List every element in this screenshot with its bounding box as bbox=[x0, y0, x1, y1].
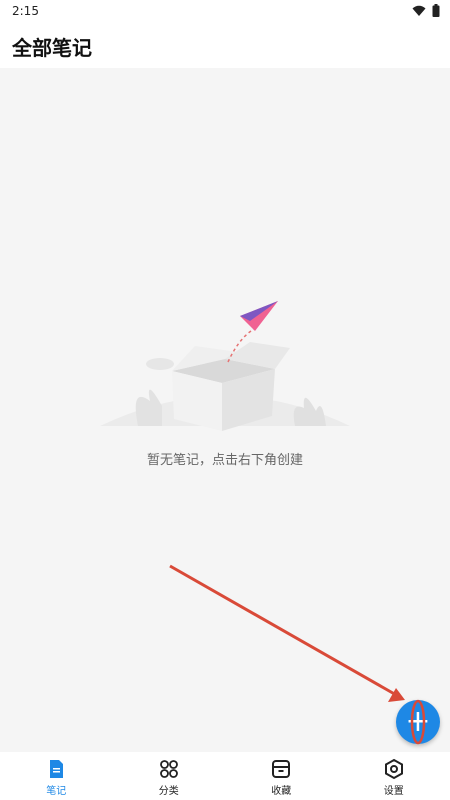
archive-box-icon bbox=[272, 760, 291, 778]
nav-label: 分类 bbox=[158, 786, 179, 797]
nav-label: 设置 bbox=[383, 786, 404, 797]
nav-label: 笔记 bbox=[46, 786, 67, 797]
page-title: 全部笔记 bbox=[12, 36, 92, 60]
nav-label: 收藏 bbox=[271, 786, 292, 797]
empty-box-illustration bbox=[100, 301, 350, 431]
note-icon bbox=[50, 760, 64, 778]
nav-item-favorites[interactable]: 收藏 bbox=[225, 752, 338, 800]
nav-item-settings[interactable]: 设置 bbox=[338, 752, 450, 800]
nav-item-categories[interactable]: 分类 bbox=[113, 752, 226, 800]
nav-item-notes[interactable]: 笔记 bbox=[0, 752, 113, 800]
battery-icon bbox=[432, 4, 440, 17]
status-time: 2:15 bbox=[12, 4, 39, 18]
notes-list-empty bbox=[0, 68, 450, 752]
bottom-nav: 笔记 分类 收藏 设置 bbox=[0, 752, 450, 800]
annotation-highlight bbox=[410, 699, 426, 745]
wifi-icon bbox=[412, 5, 426, 16]
create-note-button[interactable]: + bbox=[396, 699, 440, 745]
grid-circles-icon bbox=[159, 760, 178, 778]
status-bar: 2:15 bbox=[0, 0, 450, 22]
empty-state-message: 暂无笔记，点击右下角创建 bbox=[146, 453, 303, 468]
app-bar: 全部笔记 bbox=[0, 22, 450, 68]
hex-settings-icon bbox=[384, 758, 403, 780]
status-icons bbox=[412, 4, 440, 17]
